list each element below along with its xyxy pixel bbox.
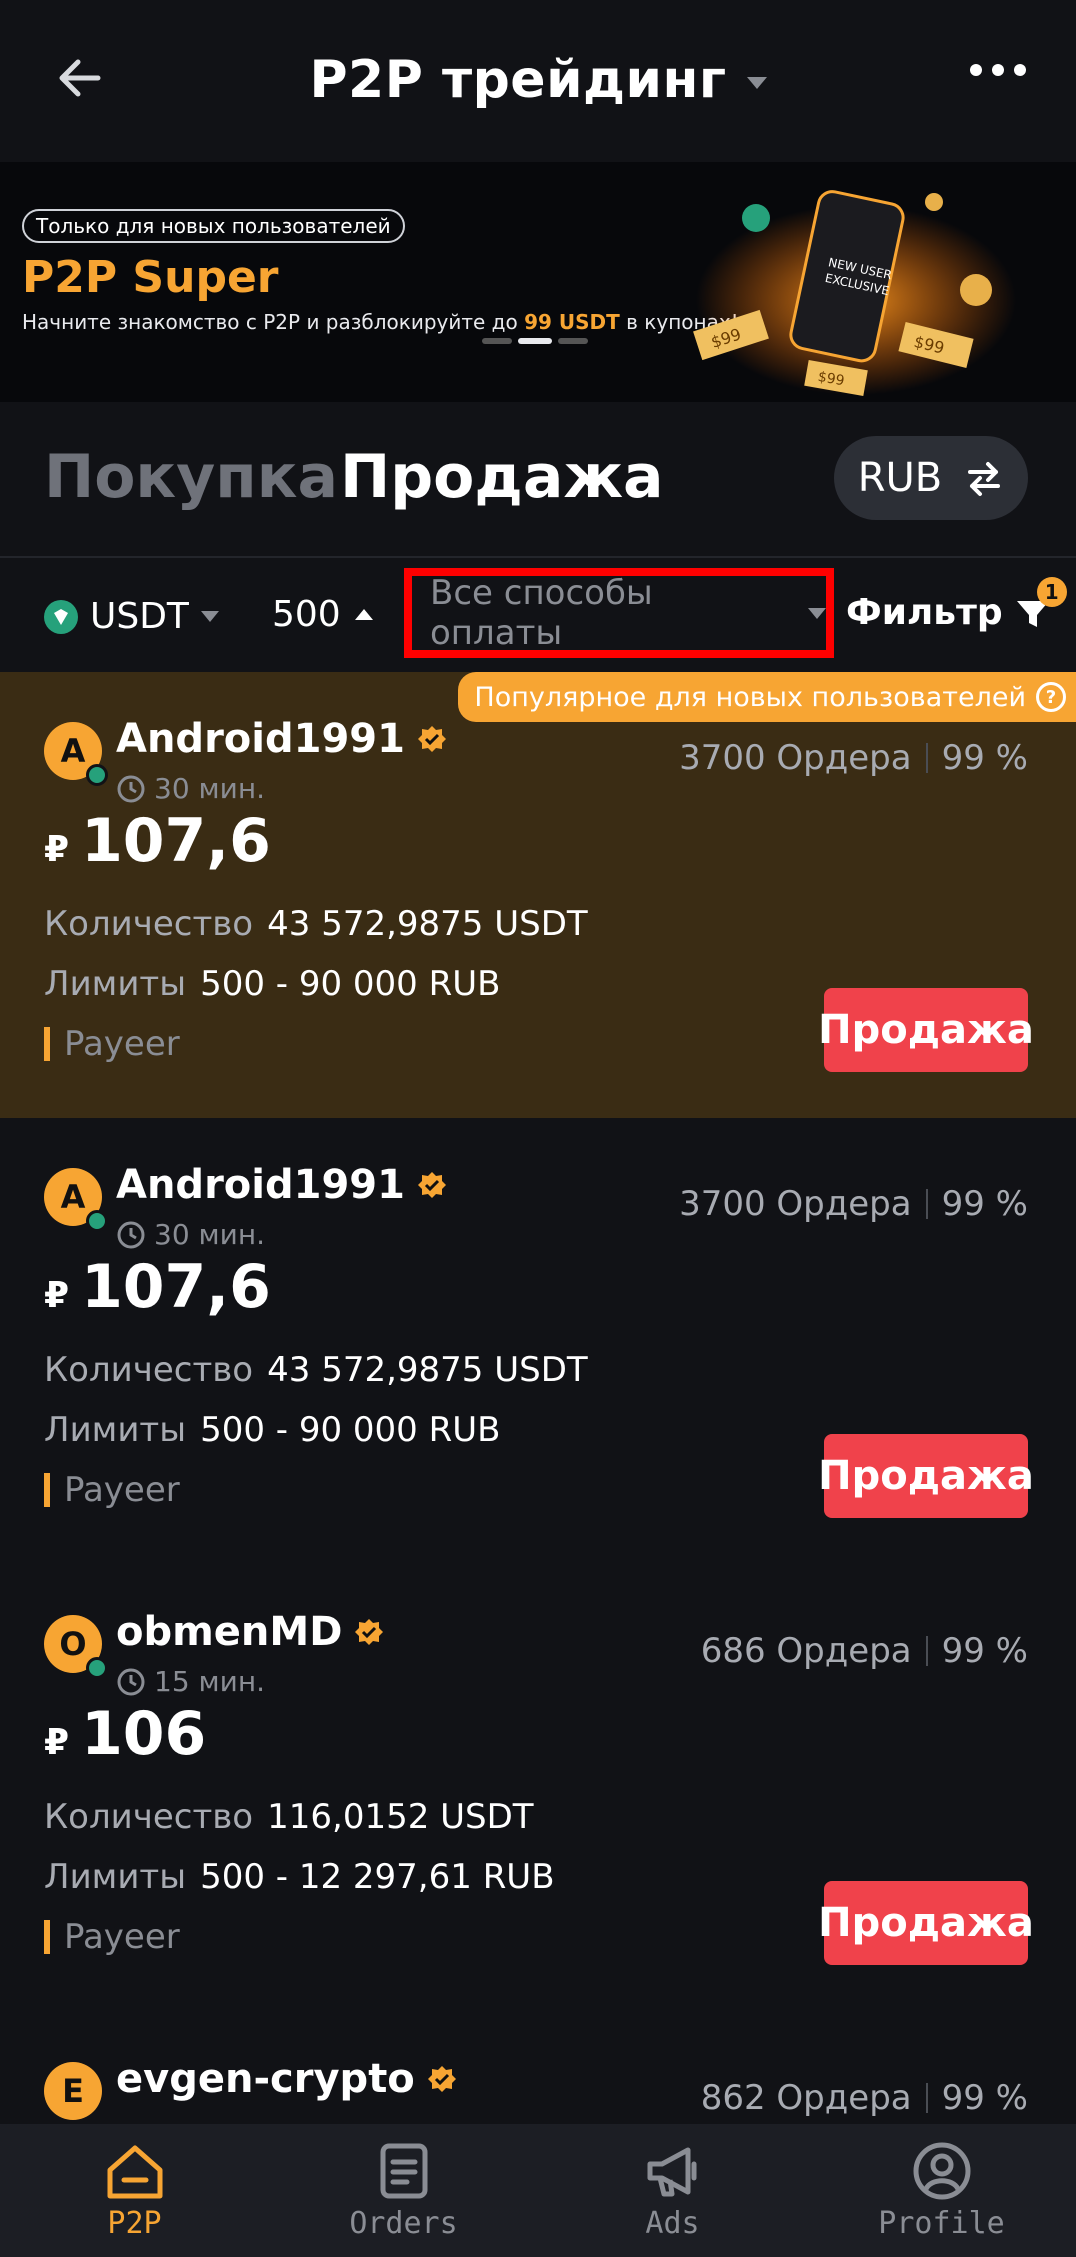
promo-gift-illustration: NEW USER EXCLUSIVE $99 $99 $99 [693,190,1016,397]
trade-tabs: Покупка Продажа RUB [0,402,1076,556]
chevron-up-icon [354,609,373,620]
app-header: P2P трейдинг [0,0,1076,160]
price: ₽106 [44,1699,207,1769]
avatar[interactable]: E [44,2062,102,2120]
merchant-name[interactable]: obmenMD [116,1609,384,1655]
listing-card: O obmenMD 15 мин. 686 Ордера 99 % ₽106 Ко… [0,1565,1076,2012]
filter-count-badge: 1 [1036,576,1067,607]
quantity-row: Количество 43 572,9875 USDT [44,1350,588,1390]
sell-button[interactable]: Продажа [818,1881,1034,1965]
limits-row: Лимиты 500 - 90 000 RUB [44,1410,501,1450]
quantity-row: Количество 116,0152 USDT [44,1797,534,1837]
order-stats: 862 Ордера 99 % [700,2078,1028,2118]
listing-card: E evgen-crypto 862 Ордера 99 % [0,2012,1076,2124]
document-icon [380,2143,427,2199]
order-stats: 3700 Ордера 99 % [679,1184,1028,1224]
home-icon [107,2145,162,2199]
filter-bar: USDT 500 Все способы оплаты Фильтр 1 [0,556,1076,674]
promo-banner[interactable]: Только для новых пользователей P2P Super… [0,162,1076,402]
merchant-name[interactable]: Android1991 [116,716,447,762]
coin-selector[interactable]: USDT [44,596,219,637]
payment-method: Payeer [44,1917,180,1957]
listing-card: A Android1991 30 мин. 3700 Ордера 99 % ₽1… [0,1118,1076,1565]
popular-tag: Популярное для новых пользователей ? [458,672,1076,722]
verified-badge-icon [417,1172,446,1198]
payment-method: Payeer [44,1024,180,1064]
price: ₽107,6 [44,1252,271,1322]
verified-badge-icon [355,1619,384,1645]
verified-badge-icon [427,2066,456,2092]
tether-icon [44,599,78,634]
online-status-dot [86,1210,108,1232]
carousel-dots [482,338,588,344]
clock-icon [117,1668,145,1695]
quantity-row: Количество 43 572,9875 USDT [44,904,588,944]
nav-profile[interactable]: Profile [807,2124,1076,2257]
verified-badge-icon [417,726,446,752]
title-dropdown-icon [746,77,767,89]
nav-orders[interactable]: Orders [269,2124,538,2257]
online-status-dot [86,764,108,786]
chevron-down-icon [808,607,826,619]
profile-icon [913,2142,970,2200]
help-icon[interactable]: ? [1036,682,1066,712]
avg-release-time: 15 мин. [116,1665,265,1698]
sell-button[interactable]: Продажа [818,1434,1034,1518]
payment-method-selector[interactable]: Все способы оплаты [404,568,834,658]
sell-button[interactable]: Продажа [818,988,1034,1072]
clock-icon [117,775,145,802]
promo-description: Начните знакомство с P2P и разблокируйте… [22,310,739,334]
order-stats: 686 Ордера 99 % [700,1631,1028,1671]
swap-icon [968,462,1001,496]
nav-p2p[interactable]: P2P [0,2124,269,2257]
more-icon[interactable] [970,64,1026,76]
megaphone-icon [647,2147,696,2197]
promo-badge: Только для новых пользователей [22,209,405,243]
price: ₽107,6 [44,806,271,876]
limits-row: Лимиты 500 - 90 000 RUB [44,964,501,1004]
tab-sell[interactable]: Продажа [340,442,664,512]
chevron-down-icon [200,611,219,622]
page-title[interactable]: P2P трейдинг [309,50,767,110]
promo-title: P2P Super [22,252,279,303]
payment-method: Payeer [44,1470,180,1510]
back-arrow-icon[interactable] [50,48,110,108]
filter-button[interactable]: Фильтр 1 [846,576,1067,633]
avg-release-time: 30 мин. [116,772,265,805]
tab-buy[interactable]: Покупка [44,442,338,512]
avg-release-time: 30 мин. [116,1218,265,1251]
currency-switch-button[interactable]: RUB [834,436,1028,520]
nav-ads[interactable]: Ads [538,2124,807,2257]
order-stats: 3700 Ордера 99 % [679,738,1028,778]
bottom-navigation: P2P Orders Ads Profile [0,2124,1076,2257]
online-status-dot [86,1657,108,1679]
merchant-name[interactable]: evgen-crypto [116,2056,457,2102]
listing-card: A Android1991 30 мин. 3700 Ордера 99 % ₽1… [0,672,1076,1118]
limits-row: Лимиты 500 - 12 297,61 RUB [44,1857,555,1897]
merchant-name[interactable]: Android1991 [116,1162,447,1208]
amount-selector[interactable]: 500 [272,594,373,635]
clock-icon [117,1221,145,1248]
